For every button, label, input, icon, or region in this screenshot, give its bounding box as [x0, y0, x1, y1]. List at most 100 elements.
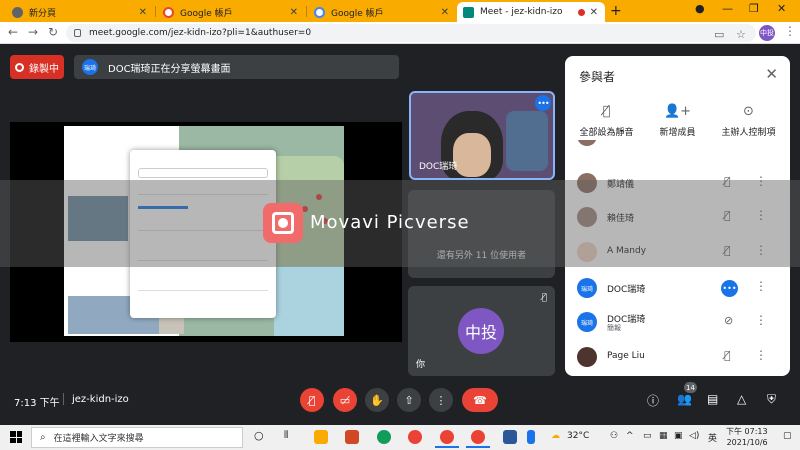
- camera-toggle-button[interactable]: ▭̸: [333, 388, 357, 412]
- tab-search-icon[interactable]: ●: [695, 2, 705, 15]
- info-icon[interactable]: ⓘ: [647, 392, 659, 409]
- app-icon[interactable]: [527, 430, 535, 444]
- close-icon[interactable]: ✕: [441, 7, 449, 18]
- url-field[interactable]: meet.google.com/jez-kidn-izo?pli=1&authu…: [66, 24, 756, 42]
- word-icon[interactable]: [503, 430, 517, 444]
- tab-meet[interactable]: Meet - jez-kidn-izo ✕: [457, 2, 605, 22]
- input-method-icon[interactable]: 英: [708, 431, 717, 444]
- camera-off-icon: ▭̸: [339, 393, 351, 407]
- task-view-icon[interactable]: ⫴: [284, 430, 288, 441]
- window-close-icon[interactable]: ✕: [777, 2, 786, 15]
- reload-icon[interactable]: ↻: [48, 25, 58, 39]
- chrome-icon: [12, 6, 23, 18]
- browser-tab-bar: 新分頁 ✕ Google 帳戶 ✕ Google 帳戶 ✕ Meet - jez…: [0, 0, 800, 22]
- leave-call-button[interactable]: ☎: [462, 388, 498, 412]
- edge-icon[interactable]: [377, 430, 391, 444]
- raise-hand-button[interactable]: ✋: [365, 388, 389, 412]
- movavi-logo-icon: [263, 203, 303, 243]
- present-button[interactable]: ⇧: [397, 388, 421, 412]
- presenting-text: DOC瑞琦正在分享螢幕畫面: [108, 63, 231, 75]
- more-options-button[interactable]: ⋮: [429, 388, 453, 412]
- close-icon[interactable]: ✕: [290, 7, 298, 18]
- host-lock-icon[interactable]: ⛨: [767, 392, 776, 407]
- people-tray-icon[interactable]: ⚇: [610, 431, 618, 441]
- list-item[interactable]: 瑞琦 DOC瑞琦 ••• ⋮: [565, 274, 790, 302]
- back-icon[interactable]: ←: [8, 25, 18, 39]
- chrome-active-icon[interactable]: [466, 430, 490, 448]
- panel-title: 參與者: [579, 70, 616, 84]
- google-icon: [163, 6, 174, 18]
- list-item[interactable]: 瑞琦 DOC瑞琦 簡報 ⊘ ⋮: [565, 308, 790, 336]
- close-icon[interactable]: ✕: [765, 65, 778, 83]
- watermark-text: Movavi Picverse: [310, 212, 470, 233]
- file-explorer-icon[interactable]: [314, 430, 328, 444]
- host-controls-button[interactable]: ⊙ 主辦人控制項: [711, 104, 786, 138]
- bookmark-star-icon[interactable]: ☆: [736, 28, 746, 41]
- participant-name: DOC瑞琦: [607, 285, 646, 295]
- toggle-icon: ⊙: [743, 104, 754, 119]
- chat-icon[interactable]: ▤: [707, 392, 718, 406]
- taskbar-search-input[interactable]: ⌕ 在這裡輸入文字來搜尋: [31, 427, 243, 448]
- profile-avatar[interactable]: 中投: [759, 25, 775, 41]
- chevron-up-icon[interactable]: ^: [626, 431, 634, 441]
- presenter-avatar: 瑞琦: [82, 59, 98, 75]
- minimize-icon[interactable]: —: [722, 2, 733, 15]
- notification-icon[interactable]: ▢: [783, 431, 792, 441]
- present-off-icon: ⊘: [724, 314, 734, 327]
- new-tab-icon[interactable]: +: [610, 3, 622, 19]
- forward-icon[interactable]: →: [28, 25, 38, 39]
- add-person-icon: 👤+: [663, 104, 692, 119]
- phone-hangup-icon: ☎: [473, 393, 487, 407]
- mic-toggle-button[interactable]: 🎙̸: [300, 388, 324, 412]
- list-item[interactable]: Page Liu 🎙̸ ⋮: [565, 343, 790, 371]
- browser-menu-icon[interactable]: ⋮: [784, 24, 796, 38]
- video-tile-presenter[interactable]: ••• DOC瑞琦: [409, 91, 555, 180]
- host-controls-label: 主辦人控制項: [721, 128, 776, 138]
- recording-dot-icon: [578, 8, 585, 16]
- avatar: 瑞琦: [577, 278, 597, 298]
- camera-permission-icon[interactable]: ▭: [714, 28, 724, 41]
- tab-label: Google 帳戶: [331, 8, 384, 19]
- participant-name: Page Liu: [607, 351, 645, 361]
- meeting-time: 7:13 下午: [14, 398, 60, 409]
- folder-tray-icon[interactable]: ▦: [659, 431, 668, 441]
- mute-all-button[interactable]: 🎙̸ 全部設為靜音: [569, 104, 644, 138]
- display-tray-icon[interactable]: ▣: [674, 431, 683, 441]
- more-options-icon[interactable]: •••: [535, 95, 551, 111]
- volume-icon[interactable]: ◁): [689, 431, 699, 441]
- more-vert-icon[interactable]: ⋮: [755, 348, 767, 362]
- taskbar-clock[interactable]: 下午 07:13 2021/10/6: [726, 426, 768, 448]
- more-vert-icon[interactable]: ⋮: [755, 140, 767, 142]
- windows-start-icon[interactable]: [10, 431, 22, 443]
- self-avatar: 中投: [458, 308, 504, 354]
- tab-google-account[interactable]: Google 帳戶 ✕: [157, 2, 305, 22]
- people-icon[interactable]: 👥: [677, 392, 692, 406]
- network-icon[interactable]: ▭: [643, 431, 652, 441]
- search-placeholder: 在這裡輸入文字來搜尋: [53, 434, 144, 444]
- tile-name: 你: [416, 360, 426, 370]
- mic-off-icon: 🎙̸: [602, 104, 611, 119]
- powerpoint-icon[interactable]: [345, 430, 359, 444]
- more-vert-icon[interactable]: ⋮: [755, 279, 767, 293]
- add-people-button[interactable]: 👤+ 新增成員: [640, 104, 715, 138]
- chrome-icon[interactable]: [408, 430, 422, 444]
- speaking-indicator-icon: •••: [721, 280, 738, 297]
- list-item[interactable]: ⋮: [565, 140, 790, 148]
- close-icon[interactable]: ✕: [139, 7, 147, 18]
- tab-new-tab[interactable]: 新分頁 ✕: [6, 2, 154, 22]
- hand-icon: ✋: [370, 393, 384, 407]
- segment-control: [138, 168, 268, 178]
- recording-badge[interactable]: 錄製中: [10, 55, 64, 79]
- tab-google-account-2[interactable]: Google 帳戶 ✕: [308, 2, 456, 22]
- url-text: meet.google.com/jez-kidn-izo?pli=1&authu…: [89, 28, 312, 38]
- avatar: 瑞琦: [577, 312, 597, 332]
- meet-icon: [463, 6, 474, 18]
- chrome-active-icon[interactable]: [435, 430, 459, 448]
- more-vert-icon[interactable]: ⋮: [755, 313, 767, 327]
- meeting-code: jez-kidn-izo: [72, 394, 129, 405]
- close-icon[interactable]: ✕: [590, 7, 598, 18]
- cortana-icon[interactable]: ○: [254, 429, 264, 442]
- restore-icon[interactable]: ❐: [749, 2, 759, 15]
- video-tile-self[interactable]: 🎙̸ 中投 你: [408, 286, 555, 376]
- activities-icon[interactable]: △: [737, 392, 746, 406]
